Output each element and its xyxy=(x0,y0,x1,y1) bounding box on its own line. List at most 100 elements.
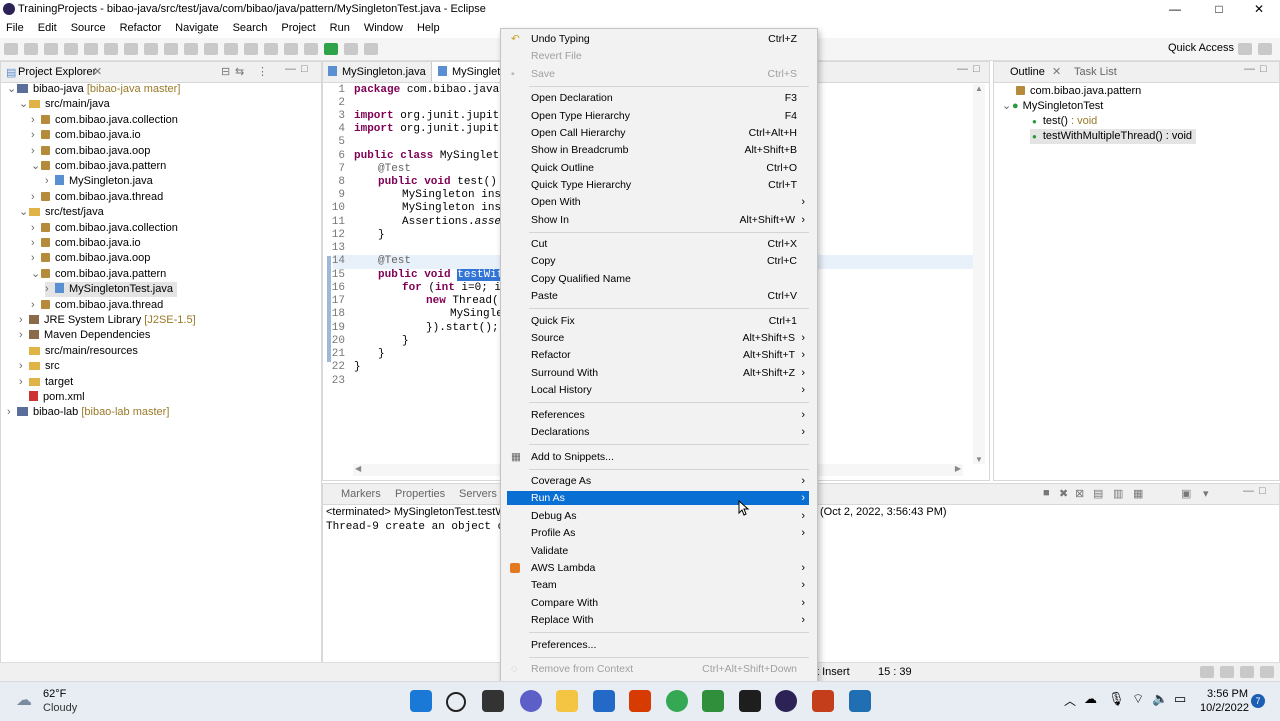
servers-tab[interactable]: Servers xyxy=(459,488,497,500)
open-console-icon[interactable]: ▾ xyxy=(1203,487,1209,500)
menu-item-declarations[interactable]: Declarations › xyxy=(507,424,809,441)
minimize-view-icon[interactable]: — xyxy=(285,63,296,75)
editor-tab-mysingleton[interactable]: MySingleton.java xyxy=(328,66,426,78)
task-list-tab[interactable]: Task List xyxy=(1074,66,1117,78)
menu-run[interactable]: Run xyxy=(330,22,350,34)
minimize-view-icon[interactable]: — xyxy=(1244,63,1255,75)
menu-item-copy[interactable]: Copy Ctrl+C xyxy=(507,253,809,270)
tree-item-package[interactable]: › com.bibao.java.io xyxy=(31,236,141,251)
close-tab-icon[interactable]: ✕ xyxy=(1052,65,1061,78)
step-over-icon[interactable] xyxy=(224,43,238,55)
menu-item-quick-type-hierarchy[interactable]: Quick Type Hierarchy Ctrl+T xyxy=(507,177,809,194)
tree-item-target[interactable]: › target xyxy=(19,375,73,390)
clock-time[interactable]: 3:56 PM xyxy=(1200,688,1248,700)
microphone-icon[interactable]: 🎙 xyxy=(1108,691,1125,707)
chrome-icon[interactable] xyxy=(666,690,688,712)
menu-project[interactable]: Project xyxy=(281,22,315,34)
expand-icon[interactable]: › xyxy=(45,282,55,297)
menu-item-refactor[interactable]: Refactor Alt+Shift+T › xyxy=(507,347,809,364)
properties-tab[interactable]: Properties xyxy=(395,488,445,500)
notification-badge[interactable]: 7 xyxy=(1251,694,1265,708)
weather-temperature[interactable]: 62°F xyxy=(43,688,66,700)
menu-navigate[interactable]: Navigate xyxy=(175,22,218,34)
menu-item-open-with[interactable]: Open With › xyxy=(507,194,809,211)
battery-icon[interactable]: ▭ xyxy=(1174,691,1186,707)
expand-icon[interactable]: › xyxy=(7,405,17,420)
vertical-scrollbar[interactable]: ▲ ▼ xyxy=(973,84,985,464)
tree-item-package[interactable]: › com.bibao.java.io xyxy=(31,128,141,143)
debug-icon[interactable] xyxy=(84,43,98,55)
menu-item-open-call-hierarchy[interactable]: Open Call Hierarchy Ctrl+Alt+H xyxy=(507,125,809,142)
status-icon[interactable] xyxy=(1200,666,1214,678)
menu-item-quick-fix[interactable]: Quick Fix Ctrl+1 xyxy=(507,313,809,330)
scroll-up-icon[interactable]: ▲ xyxy=(975,84,983,93)
tree-item-package[interactable]: › com.bibao.java.oop xyxy=(31,251,150,266)
notepad-plus-icon[interactable] xyxy=(702,690,724,712)
status-icon[interactable] xyxy=(1240,666,1254,678)
outline-method[interactable]: ● test() : void xyxy=(1032,114,1097,129)
tree-item-src-main-java[interactable]: ⌄ src/main/java xyxy=(19,97,110,112)
menu-item-profile-as[interactable]: Profile As › xyxy=(507,525,809,542)
expand-icon[interactable]: › xyxy=(31,298,41,313)
expand-icon[interactable]: › xyxy=(31,221,41,236)
expand-icon[interactable]: › xyxy=(31,144,41,159)
tree-item-resources[interactable]: src/main/resources xyxy=(19,344,138,359)
tree-item-maven[interactable]: › Maven Dependencies xyxy=(19,328,150,343)
menu-item-run-as[interactable]: Run As › xyxy=(507,491,809,505)
maximize-view-icon[interactable]: □ xyxy=(301,63,308,75)
expand-icon[interactable]: › xyxy=(31,113,41,128)
scroll-right-icon[interactable]: ▶ xyxy=(955,464,961,473)
menu-item-coverage-as[interactable]: Coverage As › xyxy=(507,473,809,490)
save-icon[interactable] xyxy=(24,43,38,55)
remove-launch-icon[interactable]: ✖ xyxy=(1059,487,1068,500)
expand-icon[interactable]: ⌄ xyxy=(19,97,29,112)
expand-icon[interactable]: ⌄ xyxy=(31,267,41,282)
terminate-icon[interactable]: ■ xyxy=(1043,487,1050,499)
expand-icon[interactable]: ⌄ xyxy=(7,82,17,97)
volume-icon[interactable]: 🔈 xyxy=(1152,691,1168,707)
menu-item-validate[interactable]: Validate xyxy=(507,543,809,560)
expand-icon[interactable]: ⌄ xyxy=(31,159,41,174)
store-icon[interactable] xyxy=(593,690,615,712)
remove-all-icon[interactable]: ⊠ xyxy=(1075,487,1084,500)
minimize-button[interactable]: — xyxy=(1160,2,1190,16)
word-wrap-icon[interactable]: ▦ xyxy=(1133,487,1143,500)
menu-item-show-in[interactable]: Show In Alt+Shift+W › xyxy=(507,212,809,229)
chevron-up-icon[interactable]: ︿ xyxy=(1064,692,1076,709)
tree-item-src-test-java[interactable]: ⌄ src/test/java xyxy=(19,205,104,220)
outline-class[interactable]: ⌄● MySingletonTest xyxy=(1002,99,1103,114)
print-icon[interactable] xyxy=(64,43,78,55)
expand-icon[interactable]: › xyxy=(31,190,41,205)
clock-date[interactable]: 10/2/2022 xyxy=(1200,702,1249,714)
expand-icon[interactable]: › xyxy=(19,328,29,343)
menu-item-references[interactable]: References › xyxy=(507,407,809,424)
menu-item-team[interactable]: Team › xyxy=(507,577,809,594)
expand-icon[interactable]: › xyxy=(31,251,41,266)
outline-tab[interactable]: Outline xyxy=(1010,66,1045,78)
expand-icon[interactable]: ⌄ xyxy=(19,205,29,220)
weather-icon[interactable]: ☁ xyxy=(16,690,32,710)
expand-icon[interactable]: › xyxy=(31,128,41,143)
menu-item-replace-with[interactable]: Replace With › xyxy=(507,612,809,629)
maximize-editor-icon[interactable]: □ xyxy=(973,63,980,75)
expand-icon[interactable]: › xyxy=(45,174,55,189)
run-icon[interactable] xyxy=(324,43,338,55)
scroll-lock-icon[interactable]: ▤ xyxy=(1093,487,1103,500)
expand-icon[interactable]: › xyxy=(19,313,29,328)
maximize-view-icon[interactable]: □ xyxy=(1260,63,1267,75)
menu-help[interactable]: Help xyxy=(417,22,440,34)
menu-window[interactable]: Window xyxy=(364,22,403,34)
new-wizard-icon[interactable] xyxy=(264,43,278,55)
menu-item-debug-as[interactable]: Debug As › xyxy=(507,508,809,525)
outline-method-selected[interactable]: ● testWithMultipleThread() : void xyxy=(1030,129,1197,144)
project-explorer-tab[interactable]: Project Explorer xyxy=(18,66,96,78)
tree-item-package[interactable]: ⌄ com.bibao.java.pattern xyxy=(31,159,166,174)
weather-description[interactable]: Cloudy xyxy=(43,702,77,714)
menu-item-surround-with[interactable]: Surround With Alt+Shift+Z › xyxy=(507,365,809,382)
menu-search[interactable]: Search xyxy=(233,22,268,34)
package-icon[interactable] xyxy=(284,43,298,55)
terminal-icon[interactable] xyxy=(739,690,761,712)
file-explorer-icon[interactable] xyxy=(556,690,578,712)
skip-breakpoints-icon[interactable] xyxy=(124,43,138,55)
step-return-icon[interactable] xyxy=(244,43,258,55)
